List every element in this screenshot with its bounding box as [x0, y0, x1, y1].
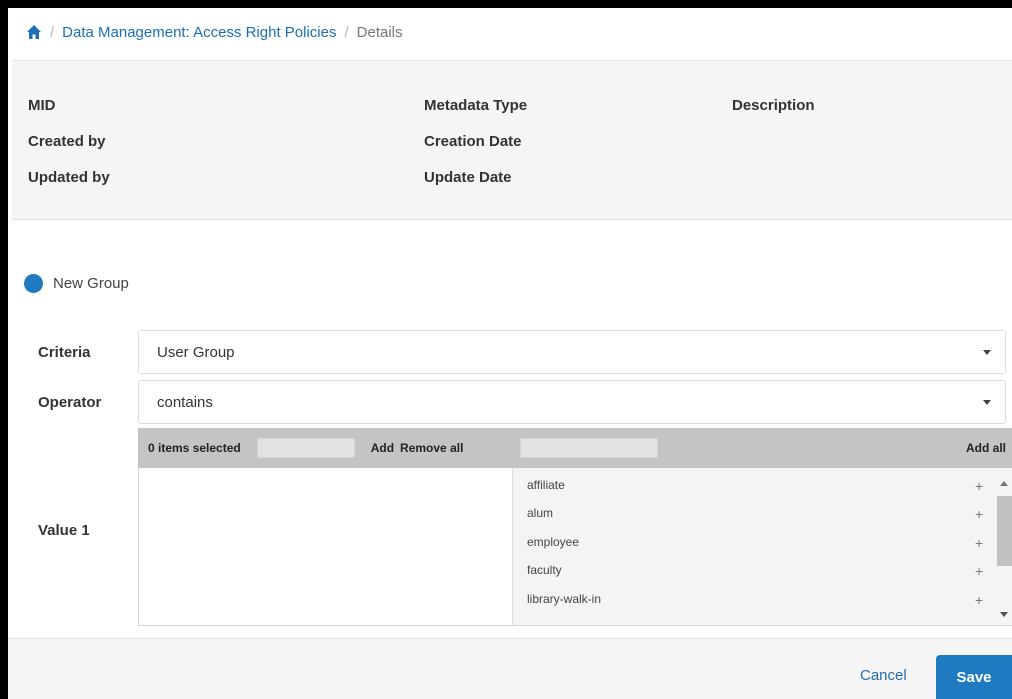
available-filter-input[interactable] — [520, 438, 658, 458]
available-items-list[interactable]: affiliate alum employee faculty library-… — [512, 468, 1012, 626]
criteria-label: Criteria — [38, 344, 91, 361]
value-1-label: Value 1 — [38, 522, 90, 539]
add-item-plus-icon[interactable]: + — [975, 535, 983, 551]
description-label: Description — [732, 97, 815, 114]
creation-date-label: Creation Date — [424, 133, 522, 150]
list-item-faculty[interactable]: faculty — [527, 563, 562, 577]
operator-value: contains — [157, 393, 213, 411]
breadcrumb-current: Details — [356, 23, 403, 41]
mid-label: MID — [28, 97, 56, 114]
add-all-button[interactable]: Add all — [966, 441, 1006, 455]
breadcrumb-link-access-right-policies[interactable]: Data Management: Access Right Policies — [62, 24, 336, 41]
add-item-plus-icon[interactable]: + — [975, 563, 983, 579]
created-by-label: Created by — [28, 133, 106, 150]
group-dot-icon — [24, 274, 43, 293]
selected-filter-input[interactable] — [256, 438, 355, 458]
metadata-type-label: Metadata Type — [424, 97, 528, 114]
remove-all-button[interactable]: Remove all — [400, 441, 463, 455]
add-item-plus-icon[interactable]: + — [975, 478, 983, 494]
selected-items-list[interactable] — [138, 468, 512, 626]
add-button[interactable]: Add — [371, 441, 394, 455]
criteria-value: User Group — [157, 343, 235, 361]
add-item-plus-icon[interactable]: + — [975, 592, 983, 608]
list-scrollbar-thumb[interactable] — [997, 496, 1012, 566]
breadcrumb: / Data Management: Access Right Policies… — [26, 14, 403, 50]
group-name: New Group — [53, 275, 129, 292]
save-button[interactable]: Save — [936, 655, 1012, 699]
list-item-library-walk-in[interactable]: library-walk-in — [527, 592, 601, 606]
available-items-toolbar: Add all — [512, 428, 1012, 468]
scroll-down-icon[interactable] — [1000, 612, 1008, 617]
add-item-plus-icon[interactable]: + — [975, 506, 983, 522]
group-header: New Group — [24, 274, 129, 293]
scroll-up-icon[interactable] — [1000, 481, 1008, 486]
operator-select[interactable]: contains — [138, 380, 1006, 424]
list-item-affiliate[interactable]: affiliate — [527, 478, 565, 492]
selected-count: 0 items selected — [148, 441, 241, 455]
cancel-button[interactable]: Cancel — [860, 667, 907, 684]
list-item-employee[interactable]: employee — [527, 535, 579, 549]
selected-items-toolbar: 0 items selected Add Remove all — [138, 428, 512, 468]
chevron-down-icon — [983, 400, 991, 405]
criteria-select[interactable]: User Group — [138, 330, 1006, 374]
details-info-panel: MID Created by Updated by Metadata Type … — [12, 60, 1012, 220]
operator-label: Operator — [38, 394, 102, 411]
breadcrumb-separator: / — [344, 23, 349, 41]
updated-by-label: Updated by — [28, 169, 110, 186]
chevron-down-icon — [983, 350, 991, 355]
list-item-alum[interactable]: alum — [527, 506, 553, 520]
update-date-label: Update Date — [424, 169, 512, 186]
breadcrumb-separator: / — [50, 23, 55, 41]
home-icon[interactable] — [26, 24, 42, 40]
